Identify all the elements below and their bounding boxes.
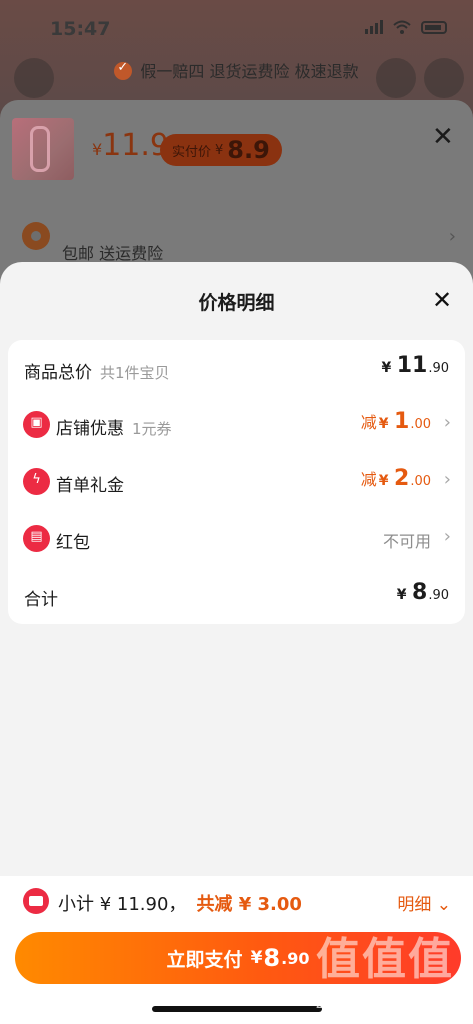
sku-close-icon: ✕	[432, 122, 454, 152]
amount-integer: 8	[412, 580, 428, 605]
row-first-order-gift[interactable]: ϟ 首单礼金 减 ¥ 2.00 ›	[8, 454, 465, 510]
product-thumbnail	[12, 118, 74, 180]
subtotal-summary: 小计 ¥ 11.90， 共减 ¥ 3.00	[58, 890, 302, 916]
row-amount: ¥ 8.90	[397, 580, 449, 605]
row-label-text: 商品总价	[24, 363, 92, 383]
lightning-icon: ϟ	[23, 468, 50, 495]
chevron-right-icon: ›	[443, 526, 451, 547]
close-icon[interactable]: ✕	[432, 288, 452, 312]
actual-price-currency: ¥	[215, 142, 224, 158]
row-label: 合计	[24, 585, 58, 610]
location-icon	[22, 222, 50, 250]
row-amount: ¥ 11.90	[381, 353, 449, 378]
status-bar: 15:47	[0, 0, 473, 60]
pay-decimal: .90	[281, 948, 310, 968]
battery-icon	[421, 20, 447, 34]
amount-prefix: 减	[360, 470, 377, 489]
row-amount: 减 ¥ 2.00	[361, 466, 431, 491]
signal-icon	[365, 20, 383, 34]
pay-integer: 8	[263, 944, 281, 972]
detail-toggle[interactable]: 明细 ⌄	[397, 890, 451, 915]
product-price: ¥11.9	[92, 128, 169, 163]
coupon-ticket-icon	[23, 888, 49, 914]
shipping-text: 包邮 送运费险	[62, 244, 164, 263]
amount-decimal: .00	[410, 417, 431, 432]
price-detail-card: 商品总价 共1件宝贝 ¥ 11.90 ▣ 店铺优惠 1元券 减 ¥ 1.00 › ϟ …	[8, 340, 465, 624]
row-label: 红包	[56, 528, 90, 553]
store-coupon-icon: ▣	[23, 411, 50, 438]
row-total-goods: 商品总价 共1件宝贝 ¥ 11.90	[8, 341, 465, 397]
amount-integer: 11	[396, 353, 428, 378]
row-label: 首单礼金	[56, 471, 124, 496]
status-time: 15:47	[50, 18, 111, 40]
amount-currency: ¥	[396, 587, 407, 603]
row-label: 商品总价 共1件宝贝	[24, 358, 170, 383]
red-packet-icon: ▤	[23, 525, 50, 552]
amount-integer: 2	[394, 466, 410, 491]
amount-currency: ¥	[381, 360, 392, 376]
status-icons	[365, 20, 447, 34]
chevron-right-icon: ›	[443, 469, 451, 490]
bottom-bar: 小计 ¥ 11.90， 共减 ¥ 3.00 明细 ⌄ 立即支付 ¥ 8 .90	[0, 876, 473, 1024]
row-amount: 减 ¥ 1.00	[361, 409, 431, 434]
row-label-text: 合计	[24, 590, 58, 610]
price-currency: ¥	[92, 140, 103, 159]
actual-price-label: 实付价	[172, 144, 212, 160]
amount-currency: ¥	[378, 416, 389, 432]
pay-button-label: 立即支付	[166, 948, 243, 971]
amount-decimal: .90	[428, 361, 449, 376]
detail-toggle-label: 明细	[397, 895, 432, 915]
amount-integer: 1	[394, 409, 410, 434]
row-status: 不可用	[382, 532, 431, 551]
guarantee-text: 假一赔四 退货运费险 极速退款	[140, 62, 359, 81]
row-store-discount[interactable]: ▣ 店铺优惠 1元券 减 ¥ 1.00 ›	[8, 397, 465, 453]
home-indicator	[152, 1006, 322, 1012]
amount-currency: ¥	[378, 473, 389, 489]
guarantee-banner: 假一赔四 退货运费险 极速退款	[0, 58, 473, 82]
row-sub: 1元券	[132, 420, 172, 438]
actual-price-value: 8.9	[227, 136, 270, 164]
price-value: 11.9	[102, 128, 169, 163]
amount-prefix: 减	[360, 413, 377, 432]
amount-decimal: .00	[410, 474, 431, 489]
row-total: 合计 ¥ 8.90	[8, 568, 465, 624]
chevron-right-icon: ›	[448, 226, 456, 247]
row-label-text: 红包	[56, 533, 90, 553]
pay-currency: ¥	[250, 948, 263, 968]
row-red-packet[interactable]: ▤ 红包 不可用 ›	[8, 511, 465, 567]
shipping-row: 包邮 送运费险 ›	[22, 222, 462, 263]
total-discount-text: 共减 ¥ 3.00	[196, 894, 302, 915]
wifi-icon	[393, 20, 411, 34]
row-label: 店铺优惠 1元券	[56, 414, 172, 439]
row-label-text: 首单礼金	[56, 476, 124, 496]
amount-decimal: .90	[428, 588, 449, 603]
actual-price-pill: 实付价 ¥ 8.9	[160, 134, 282, 166]
subtotal-text: 小计 ¥ 11.90，	[58, 894, 187, 915]
sheet-title: 价格明细	[198, 292, 275, 314]
row-sub: 共1件宝贝	[100, 364, 170, 382]
row-label-text: 店铺优惠	[56, 419, 124, 439]
chevron-right-icon: ›	[443, 412, 451, 433]
chevron-down-icon: ⌄	[436, 895, 451, 915]
shield-check-icon	[114, 60, 133, 80]
pay-now-button[interactable]: 立即支付 ¥ 8 .90	[15, 932, 461, 984]
